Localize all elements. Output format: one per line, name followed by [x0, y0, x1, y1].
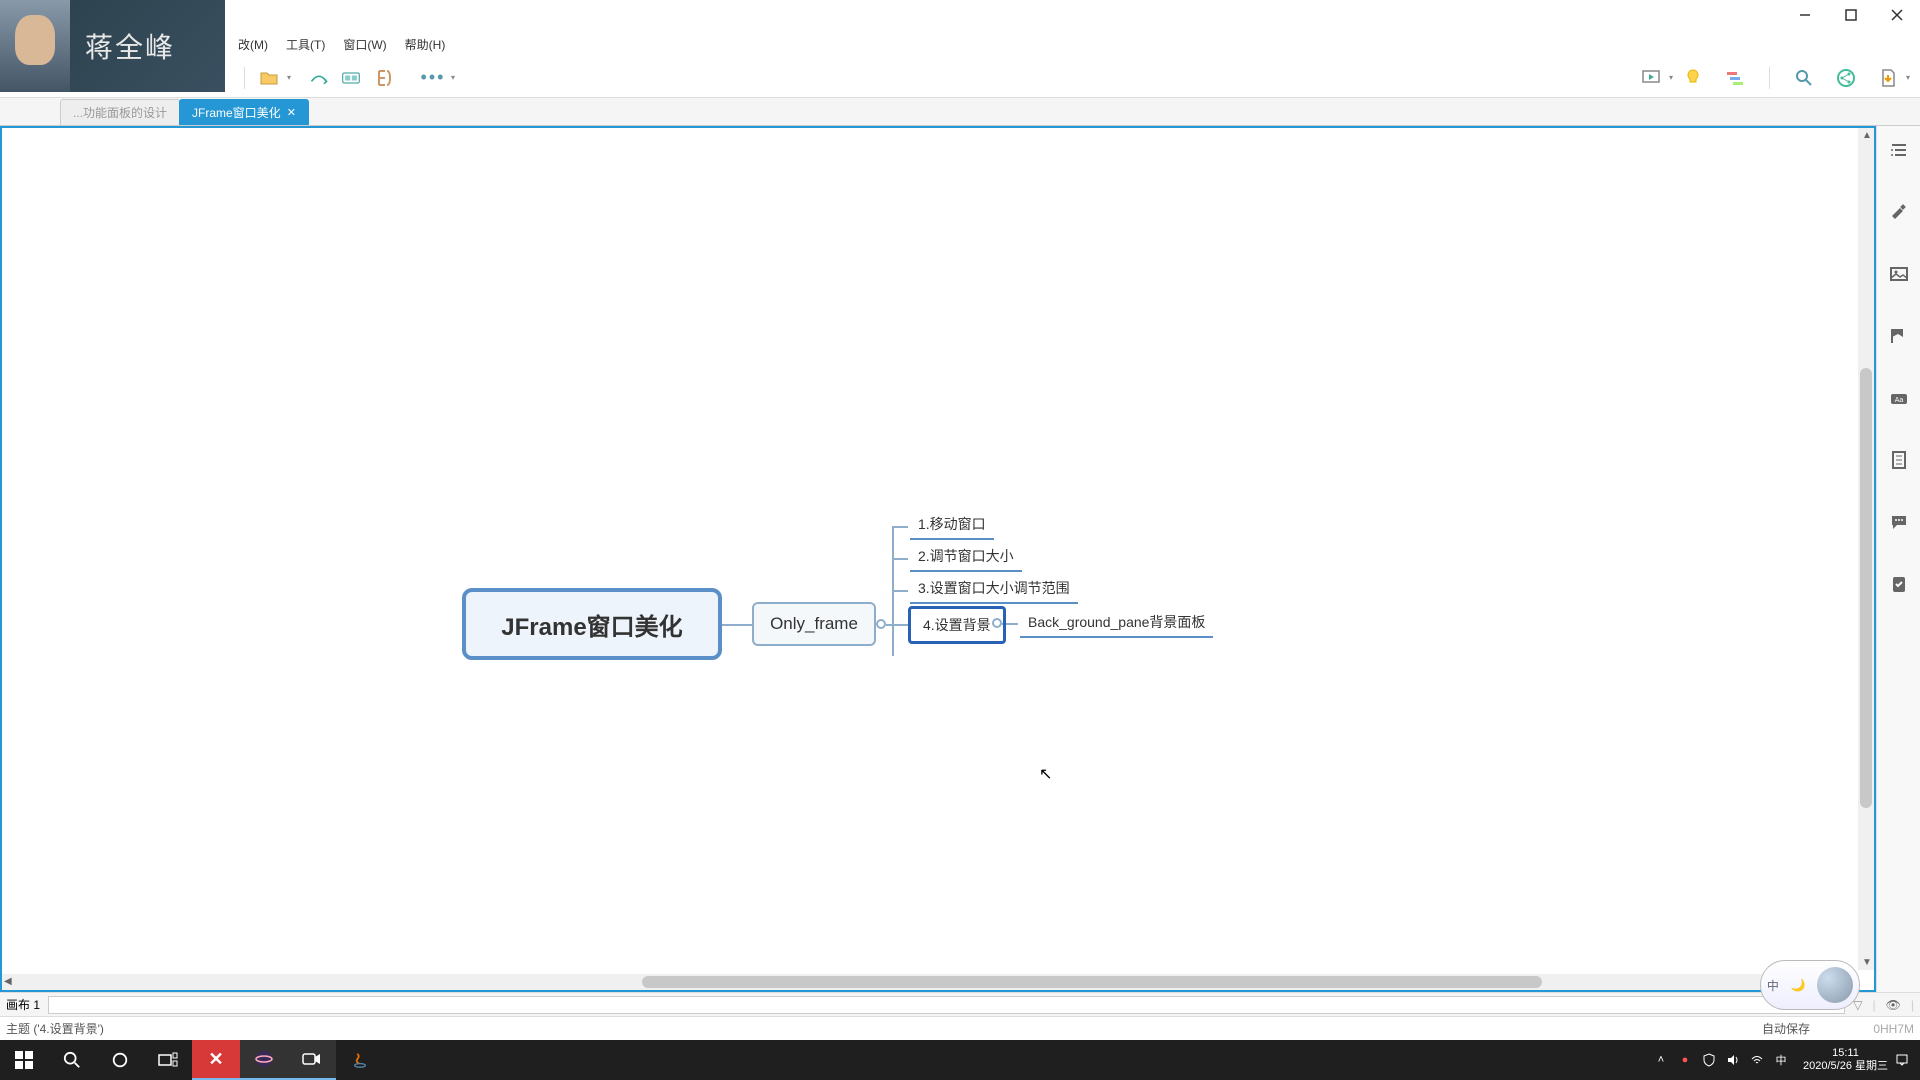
mindmap-leaf-child[interactable]: Back_ground_pane背景面板: [1020, 608, 1213, 638]
outline-panel-button[interactable]: [1885, 136, 1913, 164]
status-bar: 主题 ('4.设置背景') 自动保存 0HH7M: [0, 1016, 1920, 1040]
window-close-button[interactable]: [1874, 0, 1920, 30]
expand-toggle-icon[interactable]: [876, 619, 886, 629]
webcam-overlay: ...xmind 蒋全峰: [0, 0, 225, 92]
clock-time: 15:11: [1803, 1047, 1888, 1060]
image-panel-button[interactable]: [1885, 260, 1913, 288]
status-extra: 0HH7M: [1873, 1022, 1914, 1036]
menubar: 改(M) 工具(T) 窗口(W) 帮助(H): [0, 30, 1920, 58]
tray-expand-icon[interactable]: ˄: [1651, 1054, 1671, 1066]
tab-background[interactable]: ...功能面板的设计: [60, 99, 180, 125]
toolbar: •••: [0, 58, 1920, 98]
toolbar-search-button[interactable]: [1790, 64, 1818, 92]
mindmap-canvas[interactable]: JFrame窗口美化 Only_frame 1.移动窗口 2.调节窗口大小 3.…: [0, 126, 1876, 992]
toolbar-separator: [244, 67, 245, 89]
toolbar-boundary-button[interactable]: [337, 64, 365, 92]
toolbar-export-button[interactable]: [1874, 64, 1902, 92]
menu-help[interactable]: 帮助(H): [397, 32, 454, 57]
window-maximize-button[interactable]: [1828, 0, 1874, 30]
icon-panel-button[interactable]: Aa: [1885, 384, 1913, 412]
tab-label: JFrame窗口美化: [192, 104, 281, 121]
webcam-face: [0, 0, 70, 92]
mouse-cursor-icon: ↖: [1039, 764, 1052, 784]
scrollbar-thumb[interactable]: [1860, 368, 1872, 808]
tray-ime-icon[interactable]: 中: [1771, 1052, 1791, 1068]
menu-edit[interactable]: 改(M): [230, 32, 276, 57]
toolbar-share-button[interactable]: [1832, 64, 1860, 92]
mindmap-leaf-4-selected[interactable]: 4.设置背景: [908, 606, 1006, 644]
tray-wifi-icon[interactable]: [1747, 1053, 1767, 1067]
workspace: JFrame窗口美化 Only_frame 1.移动窗口 2.调节窗口大小 3.…: [0, 126, 1920, 992]
taskbar-app-xmind[interactable]: ✕: [192, 1040, 240, 1080]
document-tabbar: ...功能面板的设计 JFrame窗口美化 ✕: [0, 98, 1920, 126]
connector: [892, 590, 908, 592]
windows-taskbar: ✕ ˄ ● 中 15:11 2020/5/26 星期三: [0, 1040, 1920, 1080]
connector: [892, 624, 908, 626]
menu-tools[interactable]: 工具(T): [278, 32, 333, 57]
toolbar-open-button[interactable]: [255, 64, 283, 92]
globe-icon: [1817, 967, 1853, 1003]
taskbar-app-eclipse[interactable]: [240, 1040, 288, 1080]
tab-active[interactable]: JFrame窗口美化 ✕: [179, 99, 309, 125]
search-button[interactable]: [48, 1040, 96, 1080]
taskbar-clock[interactable]: 15:11 2020/5/26 星期三: [1803, 1047, 1888, 1073]
ime-float-widget[interactable]: 中 🌙: [1760, 960, 1860, 1010]
toolbar-presentation-button[interactable]: [1637, 64, 1665, 92]
scrollbar-thumb[interactable]: [642, 976, 1542, 988]
taskbar-app-recorder[interactable]: [288, 1040, 336, 1080]
mindmap-child-node[interactable]: Only_frame: [752, 602, 876, 646]
format-panel-button[interactable]: [1885, 198, 1913, 226]
window-titlebar: [0, 0, 1920, 30]
toolbar-relationship-button[interactable]: [305, 64, 333, 92]
toolbar-idea-button[interactable]: [1679, 64, 1707, 92]
connector: [722, 624, 752, 626]
mindmap-leaf-3[interactable]: 3.设置窗口大小调节范围: [910, 574, 1078, 604]
toolbar-gantt-button[interactable]: [1721, 64, 1749, 92]
mindmap-leaf-1[interactable]: 1.移动窗口: [910, 510, 994, 540]
tab-label: ...功能面板的设计: [73, 104, 167, 121]
toolbar-summary-button[interactable]: [369, 64, 397, 92]
visibility-icon[interactable]: 👁: [1886, 998, 1901, 1012]
clock-date: 2020/5/26 星期三: [1803, 1060, 1888, 1073]
ime-indicator: 中: [1767, 977, 1779, 994]
svg-text:Aa: Aa: [1894, 397, 1903, 404]
sheet-name-input[interactable]: [48, 996, 1845, 1014]
connector: [892, 558, 908, 560]
comments-panel-button[interactable]: [1885, 508, 1913, 536]
toolbar-more-button[interactable]: •••: [419, 64, 447, 92]
horizontal-scrollbar[interactable]: ◀ ▶: [2, 974, 1858, 990]
taskview-button[interactable]: [144, 1040, 192, 1080]
tab-close-icon[interactable]: ✕: [287, 106, 296, 119]
mindmap-root-node[interactable]: JFrame窗口美化: [462, 588, 722, 660]
tray-notifications-icon[interactable]: [1892, 1053, 1912, 1067]
notes-panel-button[interactable]: [1885, 446, 1913, 474]
sheet-bar: 画布 1 ▽ | 👁 |: [0, 992, 1920, 1016]
mindmap-leaf-2[interactable]: 2.调节窗口大小: [910, 542, 1022, 572]
vertical-scrollbar[interactable]: ▲ ▼: [1858, 128, 1874, 970]
start-button[interactable]: [0, 1040, 48, 1080]
right-sidepanel: Aa: [1876, 126, 1920, 992]
status-selection: 主题 ('4.设置背景'): [6, 1020, 104, 1037]
task-panel-button[interactable]: [1885, 570, 1913, 598]
menu-window[interactable]: 窗口(W): [335, 32, 394, 57]
marker-panel-button[interactable]: [1885, 322, 1913, 350]
toolbar-separator: [1769, 67, 1770, 89]
connector: [892, 526, 908, 528]
tray-app-icon[interactable]: ●: [1675, 1054, 1695, 1066]
taskbar-app-java[interactable]: [336, 1040, 384, 1080]
window-minimize-button[interactable]: [1782, 0, 1828, 30]
sheet-label[interactable]: 画布 1: [6, 996, 40, 1013]
cortana-button[interactable]: [96, 1040, 144, 1080]
status-autosave: 自动保存: [1762, 1022, 1810, 1036]
tray-volume-icon[interactable]: [1723, 1053, 1743, 1067]
tray-security-icon[interactable]: [1699, 1053, 1719, 1067]
presenter-name: 蒋全峰: [85, 26, 175, 66]
